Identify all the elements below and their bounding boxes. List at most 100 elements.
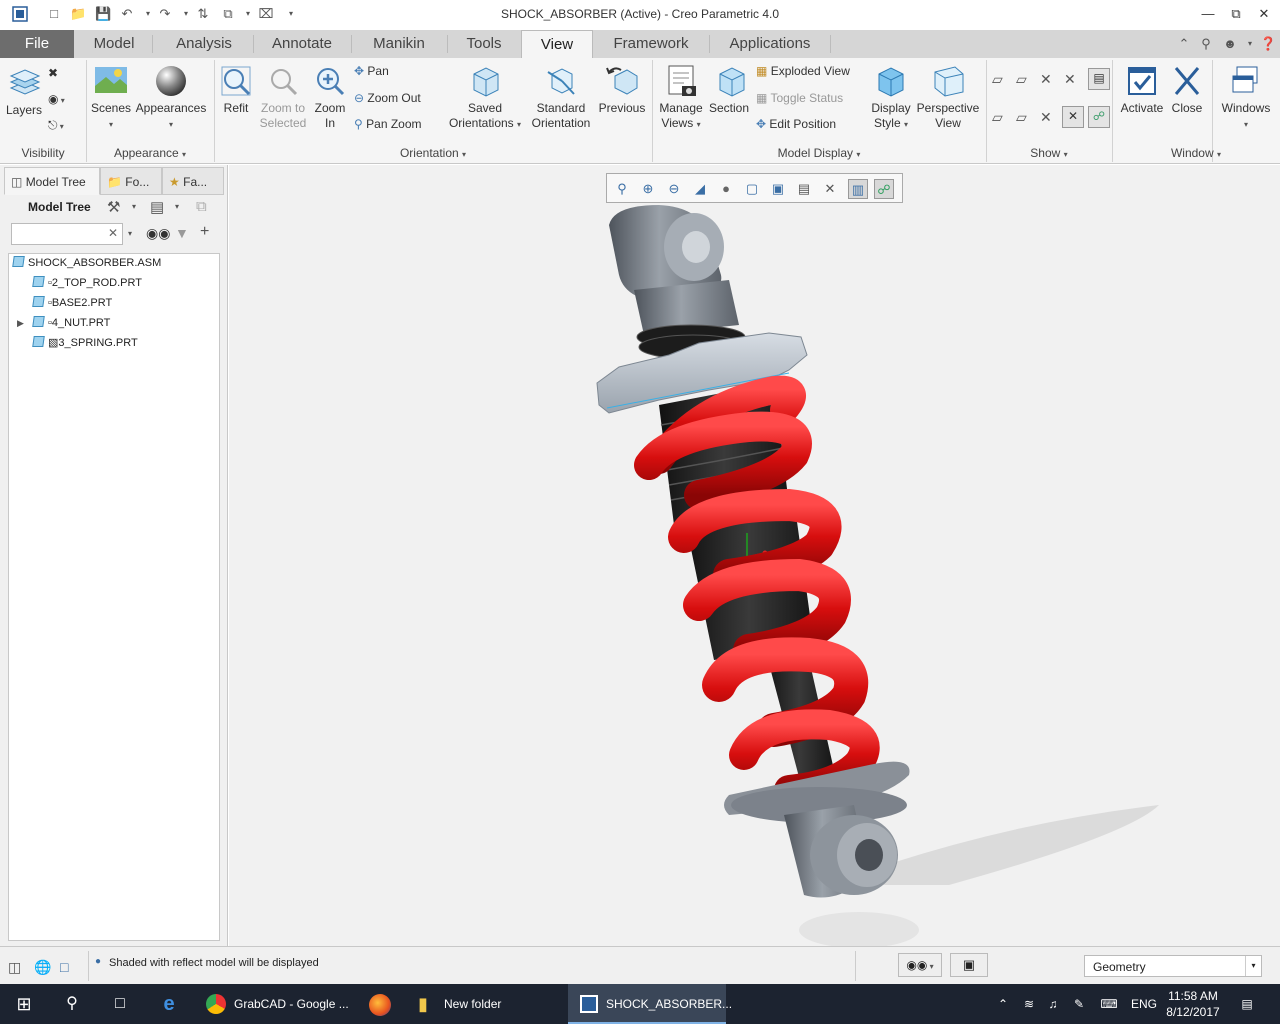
zoom-out-button[interactable]: ⊖ Zoom Out <box>354 89 421 107</box>
tree-settings-icon[interactable]: ⚒ <box>107 198 120 216</box>
browser-toggle-icon[interactable]: 🌐 <box>34 959 51 976</box>
tab-manikin[interactable]: Manikin <box>354 30 444 58</box>
point-display-icon[interactable]: ✕ <box>1040 70 1052 88</box>
perspective-view-button[interactable]: Perspective View <box>914 64 982 131</box>
tab-model[interactable]: Model <box>78 30 150 58</box>
spin-center-icon[interactable]: ▤ <box>1088 68 1110 90</box>
show-icon[interactable]: ◉ ▾ <box>48 90 65 108</box>
tree-expand-nut[interactable]: ▶ <box>17 314 24 332</box>
tab-file[interactable]: File <box>0 30 74 58</box>
tree-item-spring[interactable]: ▧3_SPRING.PRT <box>32 334 138 352</box>
refit-button[interactable]: Refit <box>218 64 254 116</box>
selection-filter-button[interactable]: ▣ <box>950 953 988 977</box>
tree-search-field[interactable]: ✕ <box>11 223 123 245</box>
tree-item-top-rod[interactable]: ▫2_TOP_ROD.PRT <box>32 274 142 292</box>
tab-view[interactable]: View <box>521 30 593 59</box>
tab-applications[interactable]: Applications <box>712 30 828 58</box>
standard-orientation-button[interactable]: Standard Orientation <box>528 64 594 131</box>
windows-button[interactable]: Windows ▾ <box>1216 64 1276 132</box>
csys-tag-icon[interactable]: ✕ <box>1062 106 1084 128</box>
section-button[interactable]: Section <box>706 64 752 116</box>
toggle-status-button[interactable]: ▦ Toggle Status <box>756 89 843 107</box>
selection-filter-dropdown[interactable]: Geometry ▾ <box>1084 955 1262 977</box>
show-hidden-icons-icon[interactable]: ⌃ <box>990 984 1016 1024</box>
action-center-icon[interactable]: ▤ <box>1232 984 1262 1024</box>
repaint-icon[interactable]: ◢ <box>690 179 710 199</box>
appearance-icon[interactable]: ● <box>716 179 736 199</box>
tree-columns-dropdown-icon[interactable]: ▾ <box>175 202 179 211</box>
tree-columns-icon[interactable]: ▤ <box>150 198 164 216</box>
orientation-group-label[interactable]: Orientation ▾ <box>214 144 652 162</box>
display-style-button[interactable]: Display Style ▾ <box>866 64 916 132</box>
display-style-icon[interactable]: ▢ <box>742 179 762 199</box>
close-window-button[interactable]: Close <box>1166 64 1208 116</box>
community-dropdown-icon[interactable]: ▾ <box>1242 36 1258 52</box>
language-indicator[interactable]: ENG <box>1128 984 1160 1024</box>
zoom-in-button[interactable]: Zoom In <box>310 64 350 131</box>
pan-zoom-button[interactable]: ⚲ Pan Zoom <box>354 115 422 133</box>
saved-orientations-button[interactable]: Saved Orientations ▾ <box>444 64 526 132</box>
tab-framework[interactable]: Framework <box>596 30 706 58</box>
previous-button[interactable]: Previous <box>596 64 648 116</box>
tab-annotate[interactable]: Annotate <box>256 30 348 58</box>
edit-position-button[interactable]: ✥ Edit Position <box>756 115 836 133</box>
annotation-display-icon[interactable]: ☍ <box>874 179 894 199</box>
collapse-ribbon-icon[interactable]: ⌃ <box>1176 36 1192 52</box>
full-screen-icon[interactable]: □ <box>60 959 68 975</box>
tab-analysis[interactable]: Analysis <box>156 30 252 58</box>
model-display-group-label[interactable]: Model Display ▾ <box>652 144 986 162</box>
scenes-button[interactable]: Scenes ▾ <box>90 64 132 132</box>
graphics-window[interactable]: ⚲ ⊕ ⊖ ◢ ● ▢ ▣ ▤ ✕ ▥ ☍ <box>229 165 1280 946</box>
search-dropdown-icon[interactable]: ▾ <box>128 229 132 238</box>
tree-item-asm[interactable]: SHOCK_ABSORBER.ASM <box>12 254 161 272</box>
zoom-in-icon[interactable]: ⊕ <box>638 179 658 199</box>
point-tag-icon[interactable]: ✕ <box>1040 108 1052 126</box>
tree-search-input[interactable] <box>14 225 108 243</box>
restore-icon[interactable]: ⧉ <box>1222 4 1250 24</box>
exploded-view-button[interactable]: ▦ Exploded View <box>756 62 850 80</box>
clear-search-icon[interactable]: ✕ <box>108 226 118 240</box>
find-binoculars-icon[interactable]: ◉◉ <box>146 225 170 242</box>
start-windows-icon[interactable]: ⊞ <box>0 984 48 1024</box>
annotation-display-icon[interactable]: ☍ <box>1088 106 1110 128</box>
appearance-group-label[interactable]: Appearance ▾ <box>86 144 214 162</box>
plane-display-icon[interactable]: ▱ <box>992 70 1003 88</box>
search-icon[interactable]: ⚲ <box>1198 36 1214 52</box>
pan-button[interactable]: ✥ Pan <box>354 62 389 80</box>
status-icon[interactable]: ⎋ ▾ <box>48 116 64 134</box>
show-group-label[interactable]: Show ▾ <box>986 144 1112 162</box>
csys-display-icon[interactable]: ✕ <box>1064 70 1076 88</box>
taskbar-app-chrome[interactable]: GrabCAD - Google ... <box>196 984 354 1024</box>
task-view-icon[interactable]: □ <box>96 984 144 1024</box>
firefox-icon[interactable] <box>356 984 404 1024</box>
zoom-out-icon[interactable]: ⊖ <box>664 179 684 199</box>
spin-center-icon[interactable]: ▥ <box>848 179 868 199</box>
add-item-icon[interactable]: + <box>200 223 209 241</box>
minimize-icon[interactable]: — <box>1194 4 1222 24</box>
axis-display-icon[interactable]: ▱ <box>1016 70 1027 88</box>
filter-funnel-icon[interactable]: ▼ <box>175 225 189 241</box>
community-icon[interactable]: ☻ <box>1222 36 1238 52</box>
saved-orientations-icon[interactable]: ▣ <box>768 179 788 199</box>
plane-tag-icon[interactable]: ▱ <box>992 108 1003 126</box>
refit-icon[interactable]: ⚲ <box>612 179 632 199</box>
help-icon[interactable]: ❓ <box>1260 36 1276 52</box>
shock-absorber-model[interactable] <box>229 165 1280 946</box>
zoom-to-selected-button[interactable]: Zoom to Selected <box>256 64 310 131</box>
chevron-down-icon[interactable]: ▾ <box>1245 956 1261 976</box>
activate-button[interactable]: Activate <box>1118 64 1166 116</box>
tab-tools[interactable]: Tools <box>450 30 518 58</box>
tab-folder-browser[interactable]: 📁 Fo... <box>100 167 162 195</box>
window-group-label[interactable]: Window ▾ <box>1112 144 1280 162</box>
axis-tag-icon[interactable]: ▱ <box>1016 108 1027 126</box>
pen-icon[interactable]: ✎ <box>1066 984 1092 1024</box>
datum-display-icon[interactable]: ✕ <box>820 179 840 199</box>
manage-views-button[interactable]: Manage Views ▾ <box>656 64 706 132</box>
keyboard-icon[interactable]: ⌨ <box>1094 984 1124 1024</box>
navigator-toggle-icon[interactable]: ◫ <box>8 959 21 976</box>
volume-icon[interactable]: ♫ <box>1040 984 1066 1024</box>
edge-browser-icon[interactable]: e <box>144 984 194 1024</box>
tree-item-base2[interactable]: ▫BASE2.PRT <box>32 294 112 312</box>
find-button[interactable]: ◉◉ ▾ <box>898 953 942 977</box>
wifi-icon[interactable]: ≋ <box>1016 984 1042 1024</box>
